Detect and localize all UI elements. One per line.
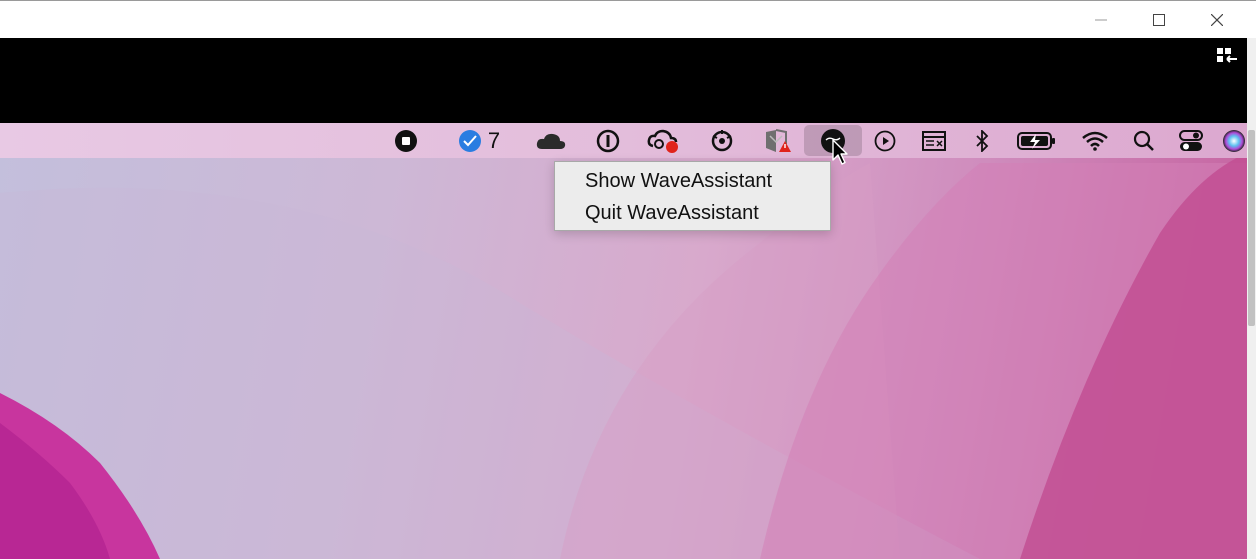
window-titlebar xyxy=(0,0,1256,38)
menubar-item-password-manager[interactable] xyxy=(592,123,624,158)
network-icon xyxy=(711,129,733,151)
play-icon xyxy=(874,130,896,151)
menubar-item-mail[interactable]: 7 xyxy=(453,123,505,158)
menubar-item-cloud[interactable] xyxy=(532,123,570,158)
maximize-button[interactable] xyxy=(1130,1,1188,38)
mail-icon xyxy=(458,129,481,152)
menubar-item-control-center[interactable] xyxy=(1176,123,1206,158)
menubar-item-play[interactable] xyxy=(870,123,900,158)
menubar-item-sync-cloud[interactable] xyxy=(644,123,682,158)
mouse-cursor-icon xyxy=(832,139,848,165)
close-icon xyxy=(1211,13,1223,26)
stop-record-icon xyxy=(395,129,417,152)
menubar-item-wifi[interactable] xyxy=(1080,123,1110,158)
battery-icon xyxy=(1017,131,1055,150)
wifi-icon xyxy=(1082,131,1108,151)
menubar-item-bluetooth[interactable] xyxy=(970,123,994,158)
remote-toolbar xyxy=(0,38,1247,123)
sync-cloud-icon xyxy=(647,129,678,153)
mac-menubar: 7 xyxy=(0,123,1247,158)
wave-assistant-menu: Show WaveAssistant Quit WaveAssistant xyxy=(554,161,831,231)
menu-item-quit-waveassistant[interactable]: Quit WaveAssistant xyxy=(585,202,759,225)
siri-icon xyxy=(1223,129,1245,152)
fullscreen-icon[interactable] xyxy=(1217,48,1239,64)
search-icon xyxy=(1133,130,1154,151)
menu-item-show-waveassistant[interactable]: Show WaveAssistant xyxy=(585,170,772,193)
menubar-item-stop-record[interactable] xyxy=(390,123,422,158)
menubar-item-battery[interactable] xyxy=(1014,123,1060,158)
menubar-item-antivirus[interactable] xyxy=(760,123,796,158)
menubar-item-network[interactable] xyxy=(704,123,740,158)
menubar-item-search[interactable] xyxy=(1130,123,1158,158)
control-center-icon xyxy=(1179,129,1203,151)
scrollbar-thumb[interactable] xyxy=(1248,130,1255,326)
password-manager-icon xyxy=(596,129,620,152)
minimize-button[interactable] xyxy=(1072,1,1130,38)
mail-count: 7 xyxy=(487,127,501,153)
screen: 7 Show WaveAssistant Quit WaveAssistant xyxy=(0,0,1256,559)
minimize-icon xyxy=(1095,19,1107,20)
close-button[interactable] xyxy=(1188,1,1246,38)
window-icon xyxy=(922,130,946,151)
menubar-item-window[interactable] xyxy=(918,123,950,158)
cloud-icon xyxy=(536,133,566,149)
menubar-item-siri[interactable] xyxy=(1222,123,1247,158)
bluetooth-icon xyxy=(976,129,989,152)
antivirus-icon xyxy=(766,128,791,152)
maximize-icon xyxy=(1153,13,1165,26)
